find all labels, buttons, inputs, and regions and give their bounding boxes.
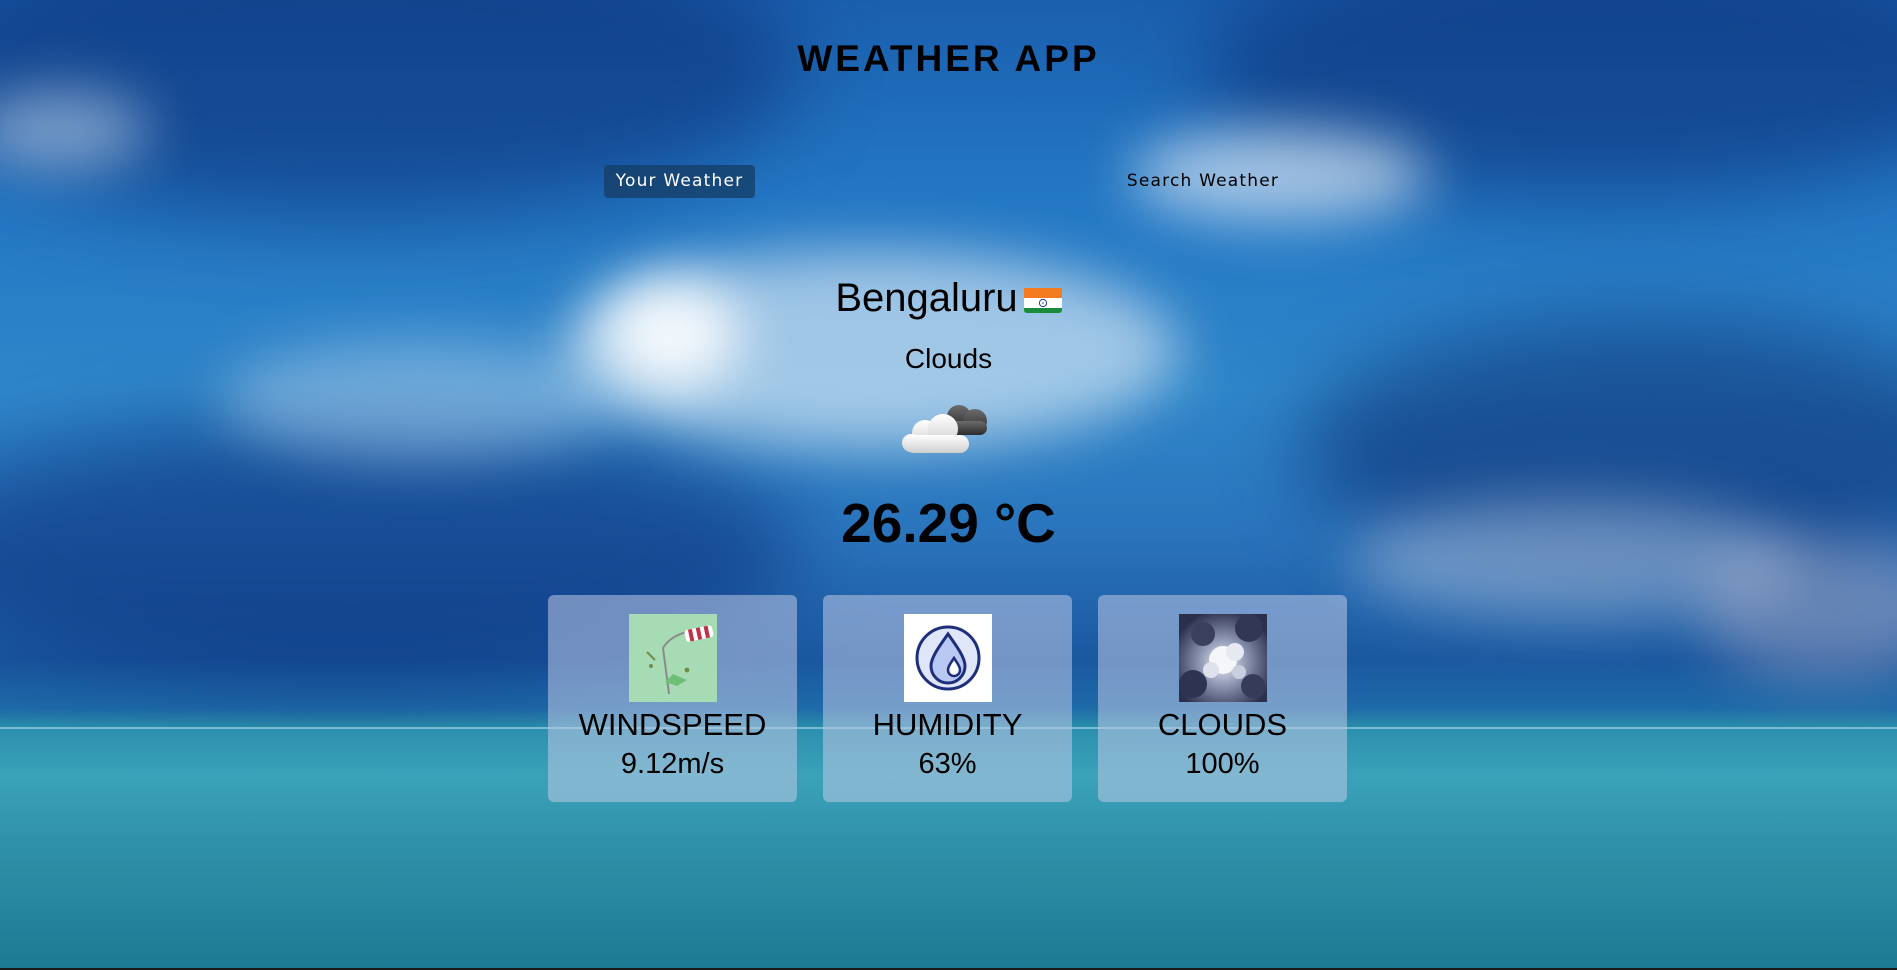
windspeed-label: WINDSPEED xyxy=(578,707,767,742)
temperature-value: 26.29 °C xyxy=(841,492,1056,554)
humidity-label: HUMIDITY xyxy=(872,707,1023,742)
background-scene xyxy=(0,0,1897,970)
humidity-drop-icon xyxy=(904,614,992,702)
weather-description: Clouds xyxy=(904,343,993,374)
windsock-icon xyxy=(629,614,717,702)
humidity-value: 63% xyxy=(918,748,977,780)
clouds-photo-icon xyxy=(1179,614,1267,702)
tab-your-weather[interactable]: Your Weather xyxy=(604,165,755,198)
city-name: Bengaluru xyxy=(835,276,1018,320)
india-flag-icon xyxy=(1023,283,1062,313)
clouds-value: 100% xyxy=(1185,748,1260,780)
humidity-card: HUMIDITY 63% xyxy=(823,595,1072,802)
windspeed-card: WINDSPEED 9.12m/s xyxy=(548,595,797,802)
windspeed-value: 9.12m/s xyxy=(620,748,725,780)
cloud-icon xyxy=(897,397,1001,457)
clouds-card: CLOUDS 100% xyxy=(1098,595,1347,802)
city-heading: Bengaluru xyxy=(0,276,1897,321)
tab-search-weather[interactable]: Search Weather xyxy=(1114,165,1292,198)
app-title: WEATHER APP xyxy=(797,38,1100,79)
clouds-label: CLOUDS xyxy=(1157,707,1288,742)
